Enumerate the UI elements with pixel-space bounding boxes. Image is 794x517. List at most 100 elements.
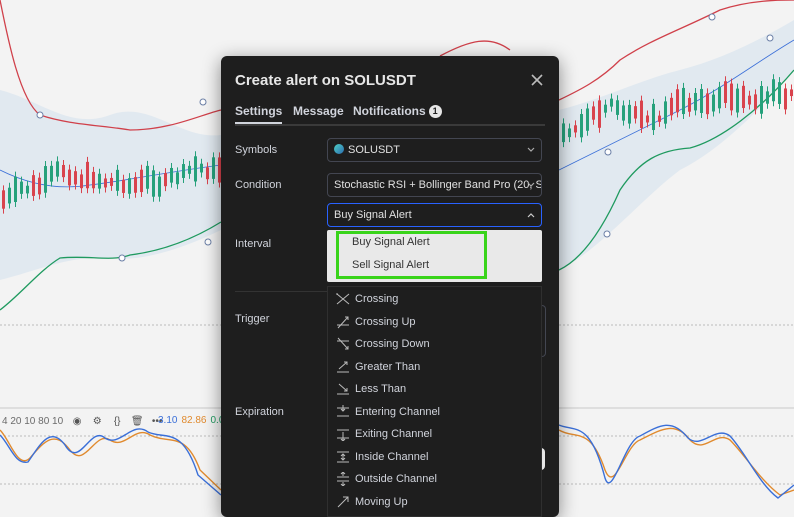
notifications-badge: 1	[428, 105, 442, 118]
candle-body	[718, 86, 721, 109]
candle-body	[170, 167, 173, 183]
candle-body	[568, 128, 571, 138]
dialog-tabs: Settings Message Notifications 1	[235, 104, 545, 126]
close-icon[interactable]	[529, 72, 545, 88]
candle-body	[766, 91, 769, 104]
candle-body	[158, 176, 161, 197]
condition-select[interactable]: Stochastic RSI + Bollinger Band Pro (20,…	[327, 173, 542, 197]
solana-icon	[334, 144, 344, 154]
candle-body	[134, 177, 137, 193]
tab-notifications[interactable]: Notifications 1	[353, 104, 442, 118]
signal-select[interactable]: Buy Signal Alert	[327, 203, 542, 227]
candle-body	[736, 88, 739, 113]
delete-icon[interactable]: 🗑	[131, 415, 144, 427]
candle-body	[778, 82, 781, 104]
candle-body	[200, 163, 203, 173]
outside-channel-icon	[337, 472, 349, 486]
option-crossing-up-label: Crossing Up	[355, 316, 416, 328]
candle-body	[116, 169, 119, 191]
settings-icon[interactable]: ⚙	[91, 415, 103, 427]
candle-body	[188, 165, 191, 174]
chevron-up-icon	[527, 213, 535, 218]
symbols-label: Symbols	[235, 144, 278, 156]
candle-body	[32, 175, 35, 196]
option-exiting-channel[interactable]: Exiting Channel	[336, 425, 432, 443]
source-code-icon[interactable]: {}	[111, 415, 123, 427]
option-outside-channel[interactable]: Outside Channel	[336, 470, 437, 488]
option-crossing-label: Crossing	[355, 293, 399, 305]
exiting-channel-icon	[337, 429, 349, 441]
candle-body	[140, 169, 143, 193]
candle-body	[772, 79, 775, 102]
candle-body	[212, 157, 215, 179]
candle-body	[592, 106, 595, 120]
option-entering-channel-label: Entering Channel	[355, 406, 441, 418]
candle-body	[146, 165, 149, 189]
more-icon[interactable]: •••	[151, 415, 163, 427]
candle-body	[128, 178, 131, 194]
dialog-title: Create alert on SOLUSDT	[235, 72, 416, 89]
candle-body	[206, 167, 209, 180]
option-inside-channel-label: Inside Channel	[355, 451, 429, 463]
candle-body	[664, 101, 667, 124]
moving-up-icon	[337, 496, 349, 508]
symbol-select[interactable]: SOLUSDT	[327, 138, 542, 162]
candle-body	[598, 100, 601, 128]
candle-body	[56, 161, 59, 177]
candle-body	[616, 100, 619, 115]
candle-body	[74, 171, 77, 185]
interval-label: Interval	[235, 238, 272, 250]
candle-body	[152, 170, 155, 197]
option-moving-up[interactable]: Moving Up	[336, 493, 408, 511]
option-crossing-up[interactable]: Crossing Up	[336, 313, 416, 331]
candle-body	[86, 161, 89, 189]
inside-channel-icon	[337, 451, 349, 463]
option-crossing-down-label: Crossing Down	[355, 338, 430, 350]
crossing-down-icon	[337, 337, 349, 350]
option-less-than-label: Less Than	[355, 383, 407, 395]
candle-body	[20, 181, 23, 194]
option-outside-channel-label: Outside Channel	[355, 473, 437, 485]
option-inside-channel[interactable]: Inside Channel	[336, 448, 428, 466]
candle-body	[176, 172, 179, 185]
candle-body	[50, 165, 53, 182]
candle-body	[104, 178, 107, 188]
chevron-down-icon	[527, 147, 535, 152]
candle-body	[784, 88, 787, 110]
option-crossing[interactable]: Crossing	[336, 290, 398, 308]
candle-body	[700, 88, 703, 113]
candle-body	[92, 171, 95, 189]
eye-icon[interactable]: ◉	[71, 415, 83, 427]
tab-settings[interactable]: Settings	[235, 104, 283, 124]
candle-body	[706, 93, 709, 115]
entering-channel-icon	[337, 405, 349, 417]
candle-body	[122, 179, 125, 193]
expiration-label: Expiration	[235, 406, 284, 418]
candle-body	[62, 164, 65, 178]
candle-body	[730, 83, 733, 111]
candle-body	[622, 105, 625, 121]
candle-body	[748, 95, 751, 105]
option-greater-than[interactable]: Greater Than	[336, 358, 420, 376]
tab-notifications-label: Notifications	[353, 104, 426, 118]
indicator-legend: 4 20 10 80 10 ◉ ⚙ {} 🗑 •••	[0, 412, 240, 430]
candle-body	[658, 115, 661, 122]
option-less-than[interactable]: Less Than	[336, 380, 406, 398]
option-entering-channel[interactable]: Entering Channel	[336, 403, 440, 421]
candle-body	[574, 125, 577, 133]
option-exiting-channel-label: Exiting Channel	[355, 428, 433, 440]
chevron-down-icon	[527, 182, 535, 187]
candle-body	[790, 89, 793, 97]
option-crossing-down[interactable]: Crossing Down	[336, 335, 430, 353]
candle-body	[694, 92, 697, 111]
option-moving-up-label: Moving Up	[355, 496, 408, 508]
crossing-icon	[336, 293, 350, 305]
candle-body	[604, 104, 607, 113]
tab-message[interactable]: Message	[293, 104, 344, 118]
candle-body	[742, 85, 745, 109]
candle-body	[580, 114, 583, 138]
candle-body	[634, 106, 637, 119]
less-than-icon	[337, 383, 349, 395]
candle-body	[44, 166, 47, 193]
candle-body	[676, 89, 679, 113]
